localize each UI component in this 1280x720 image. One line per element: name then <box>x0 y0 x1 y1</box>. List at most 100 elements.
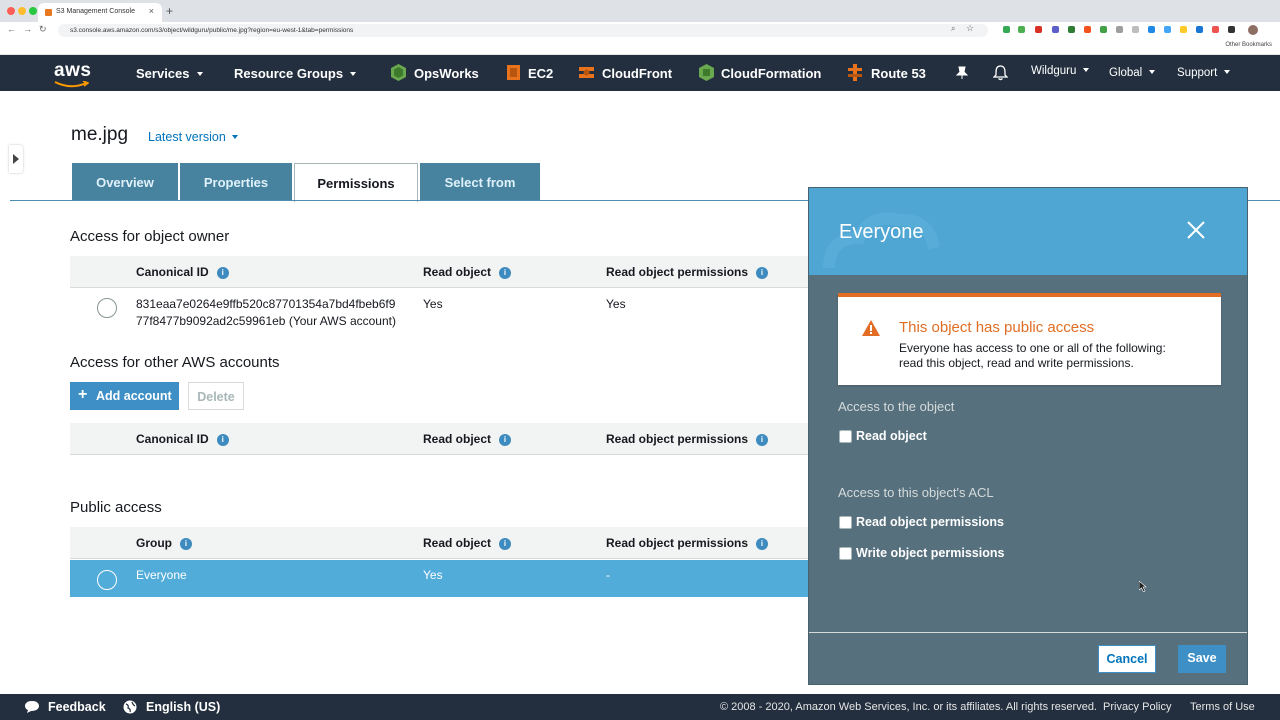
info-icon[interactable]: i <box>756 267 769 279</box>
region-menu[interactable]: Global <box>1109 67 1156 79</box>
extension-icon[interactable] <box>1100 26 1107 33</box>
write-permissions-label[interactable]: Write object permissions <box>856 546 1004 560</box>
support-menu[interactable]: Support <box>1177 67 1231 79</box>
pin-icon[interactable] <box>955 66 969 80</box>
close-tab-icon[interactable]: × <box>149 6 154 16</box>
back-icon[interactable]: ← <box>7 24 16 34</box>
write-permissions-checkbox[interactable] <box>839 547 852 560</box>
panel-title: Everyone <box>839 221 924 243</box>
tab-overview[interactable]: Overview <box>72 163 178 200</box>
opsworks-link[interactable]: OpsWorks <box>414 66 479 81</box>
s3-favicon-icon <box>45 9 52 16</box>
extension-icon[interactable] <box>1018 26 1025 33</box>
maximize-window-icon[interactable] <box>29 7 37 15</box>
other-accounts-heading: Access for other AWS accounts <box>70 354 280 371</box>
privacy-policy-link[interactable]: Privacy Policy <box>1103 701 1171 713</box>
canonical-id-line: 77f8477b9092ad2c59961eb (Your AWS accoun… <box>136 314 396 328</box>
new-tab-button[interactable]: + <box>166 4 173 18</box>
tab-select-from[interactable]: Select from <box>420 163 540 200</box>
panel-header: Everyone <box>809 188 1247 275</box>
info-icon[interactable]: i <box>756 434 769 446</box>
cloudformation-link[interactable]: CloudFormation <box>721 66 821 81</box>
feedback-icon <box>25 701 39 713</box>
services-menu[interactable]: Services <box>136 66 203 81</box>
account-label: Wildguru <box>1031 65 1077 77</box>
extension-icon[interactable] <box>1068 26 1075 33</box>
save-button[interactable]: Save <box>1178 645 1226 673</box>
info-icon[interactable]: i <box>499 434 512 446</box>
other-bookmarks[interactable]: Other Bookmarks <box>1225 42 1272 48</box>
resource-groups-label: Resource Groups <box>234 66 344 81</box>
info-icon[interactable]: i <box>499 538 512 550</box>
info-icon[interactable]: i <box>216 267 229 279</box>
reload-icon[interactable]: ↻ <box>39 24 47 35</box>
bookmark-star-icon[interactable]: ☆ <box>966 23 974 34</box>
extension-icon[interactable] <box>1084 26 1091 33</box>
extension-icon[interactable] <box>1180 26 1187 33</box>
feedback-link[interactable]: Feedback <box>48 700 106 714</box>
version-dropdown[interactable]: Latest version <box>148 130 238 144</box>
extension-icon[interactable] <box>1228 26 1235 33</box>
browser-tabstrip: S3 Management Console × + <box>0 0 1280 22</box>
extension-icon[interactable] <box>1164 26 1171 33</box>
resource-groups-menu[interactable]: Resource Groups <box>234 66 357 81</box>
info-icon[interactable]: i <box>499 267 512 279</box>
close-icon[interactable] <box>1187 221 1205 239</box>
extension-icon[interactable] <box>1212 26 1219 33</box>
tab-properties[interactable]: Properties <box>180 163 292 200</box>
cancel-button[interactable]: Cancel <box>1098 645 1156 673</box>
read-permissions-checkbox[interactable] <box>839 516 852 529</box>
zoom-icon[interactable]: ⌕ <box>951 24 955 34</box>
version-label: Latest version <box>148 130 226 144</box>
terms-of-use-link[interactable]: Terms of Use <box>1190 701 1255 713</box>
minimize-window-icon[interactable] <box>18 7 26 15</box>
everyone-row-radio[interactable] <box>97 570 117 590</box>
browser-tab[interactable]: S3 Management Console × <box>38 3 162 22</box>
extension-icon[interactable] <box>1052 26 1059 33</box>
delete-button[interactable]: Delete <box>188 382 244 410</box>
cloudfront-link[interactable]: CloudFront <box>602 66 672 81</box>
info-icon[interactable]: i <box>180 538 192 550</box>
public-access-heading: Public access <box>70 499 162 516</box>
info-icon[interactable]: i <box>216 434 229 446</box>
extension-icon[interactable] <box>1132 26 1139 33</box>
tab-permissions[interactable]: Permissions <box>294 163 418 202</box>
bell-icon[interactable] <box>993 65 1008 81</box>
info-icon[interactable]: i <box>756 538 769 550</box>
cloudfront-icon <box>579 67 594 78</box>
extension-icon[interactable] <box>1196 26 1203 33</box>
column-header: Group i <box>136 536 192 550</box>
read-permissions-label[interactable]: Read object permissions <box>856 515 1004 529</box>
extension-icon[interactable] <box>1035 26 1042 33</box>
chevron-down-icon <box>350 72 357 76</box>
object-access-heading: Access to the object <box>838 399 955 414</box>
owner-row-radio[interactable] <box>97 298 117 318</box>
extension-icon[interactable] <box>1003 26 1010 33</box>
url-input[interactable]: s3.console.aws.amazon.com/s3/object/wild… <box>58 24 988 37</box>
extension-icon[interactable] <box>1148 26 1155 33</box>
extension-icon[interactable] <box>1116 26 1123 33</box>
read-object-checkbox[interactable] <box>839 430 852 443</box>
canonical-id-line: 831eaa7e0264e9ffb520c87701354a7bd4fbeb6f… <box>136 297 396 311</box>
language-selector[interactable]: English (US) <box>146 700 220 714</box>
owner-table-header: Canonical ID i Read object i Read object p… <box>70 256 810 288</box>
group-name: Everyone <box>136 568 187 582</box>
sidebar-toggle-button[interactable] <box>9 145 23 173</box>
add-account-button[interactable]: + Add account <box>70 382 179 410</box>
ec2-icon <box>507 65 520 80</box>
bookmarks-bar: Other Bookmarks <box>0 38 1280 55</box>
aws-logo[interactable]: aws <box>54 60 91 82</box>
column-header-label: Read object <box>423 265 492 279</box>
table-row[interactable]: Everyone Yes - <box>70 560 810 597</box>
ec2-link[interactable]: EC2 <box>528 66 553 81</box>
aws-smile-icon <box>54 81 89 88</box>
profile-avatar[interactable] <box>1248 25 1258 35</box>
read-object-label[interactable]: Read object <box>856 429 927 443</box>
warning-icon <box>862 320 880 336</box>
forward-icon[interactable]: → <box>23 24 32 34</box>
close-window-icon[interactable] <box>7 7 15 15</box>
canonical-id: 831eaa7e0264e9ffb520c87701354a7bd4fbeb6f… <box>136 296 396 330</box>
route53-link[interactable]: Route 53 <box>871 66 926 81</box>
column-header-label: Read object <box>423 432 492 446</box>
account-menu[interactable]: Wildguru <box>1031 65 1090 77</box>
